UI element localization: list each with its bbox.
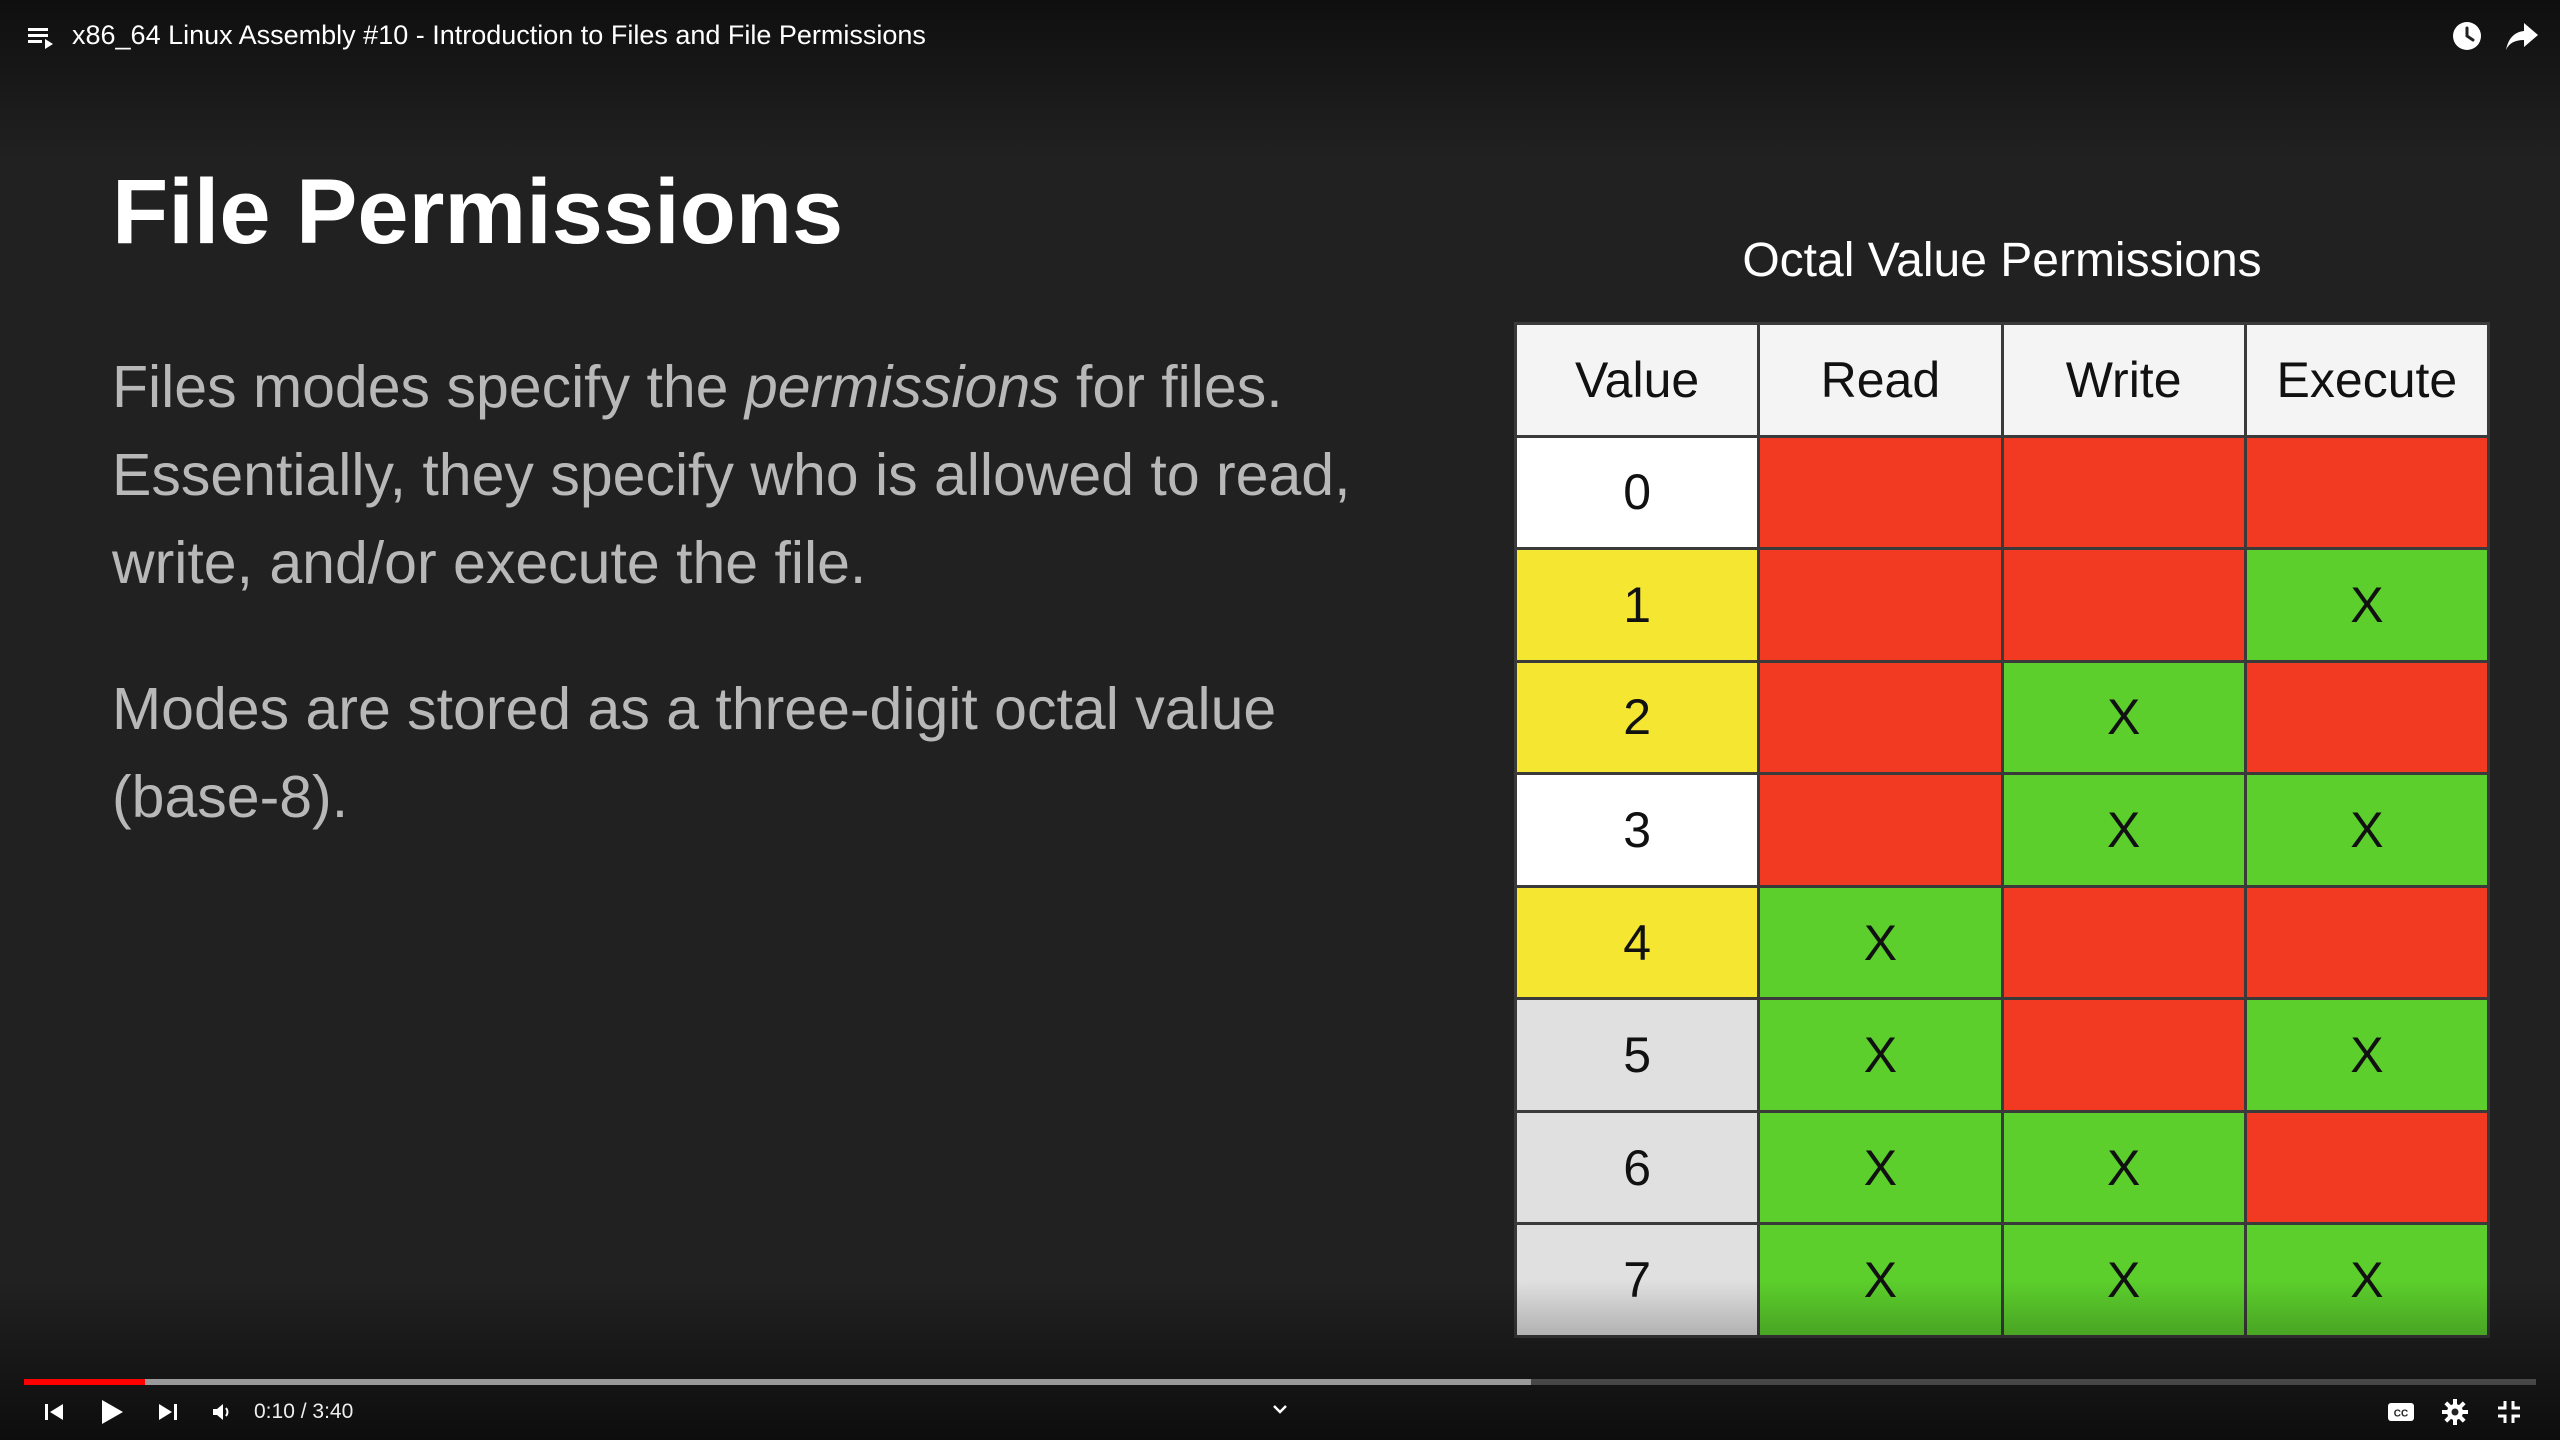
table-cell-read: X — [1760, 1225, 2001, 1335]
previous-icon[interactable] — [36, 1394, 72, 1430]
table-cell-read: X — [1760, 1112, 2001, 1223]
table-cell-write: X — [2003, 1112, 2244, 1223]
table-cell-execute: X — [2246, 550, 2487, 660]
playlist-icon[interactable] — [26, 22, 56, 52]
table-cell-write: X — [2003, 662, 2244, 773]
slide-paragraph-2: Modes are stored as a three-digit octal … — [112, 676, 1277, 830]
video-title[interactable]: x86_64 Linux Assembly #10 - Introduction… — [72, 18, 926, 52]
table-header-read: Read — [1760, 325, 2001, 435]
time-current: 0:10 — [254, 1400, 295, 1423]
permissions-table: Value Read Write Execute 01X2X3XX4X5XX6X… — [1514, 322, 2490, 1338]
table-cell-value: 7 — [1517, 1225, 1758, 1335]
time-total: 3:40 — [312, 1400, 354, 1423]
table-cell-execute — [2246, 662, 2487, 773]
table-cell-read — [1760, 775, 2001, 885]
table-cell-value: 3 — [1517, 775, 1758, 885]
gear-icon[interactable] — [2436, 1394, 2474, 1430]
table-cell-value: 5 — [1517, 1000, 1758, 1110]
table-cell-write — [2003, 437, 2244, 548]
table-cell-read: X — [1760, 887, 2001, 998]
video-player[interactable]: x86_64 Linux Assembly #10 - Introduction… — [0, 0, 2560, 1440]
table-header-execute: Execute — [2246, 325, 2487, 435]
table-cell-read — [1760, 662, 2001, 773]
table-cell-write — [2003, 1000, 2244, 1110]
table-cell-write: X — [2003, 775, 2244, 885]
table-cell-execute — [2246, 887, 2487, 998]
time-display: 0:10 / 3:40 — [254, 1397, 353, 1427]
clock-icon[interactable] — [2450, 19, 2484, 53]
table-header-value: Value — [1517, 325, 1758, 435]
table-cell-execute — [2246, 437, 2487, 548]
table-cell-execute: X — [2246, 1000, 2487, 1110]
table-cell-write — [2003, 550, 2244, 660]
share-icon[interactable] — [2504, 19, 2540, 53]
slide-paragraph-1: Files modes specify the permissions for … — [112, 343, 1432, 607]
progress-played — [24, 1379, 145, 1385]
top-bar: x86_64 Linux Assembly #10 - Introduction… — [0, 0, 2560, 72]
captions-icon[interactable]: CC — [2382, 1394, 2420, 1430]
table-title: Octal Value Permissions — [1742, 234, 2262, 287]
para1-emphasis: permissions — [744, 354, 1060, 420]
table-header-write: Write — [2003, 325, 2244, 435]
table-cell-execute — [2246, 1112, 2487, 1223]
svg-text:CC: CC — [2394, 1409, 2408, 1420]
chevron-down-icon[interactable] — [1268, 1397, 1292, 1421]
table-cell-read: X — [1760, 1000, 2001, 1110]
table-cell-write: X — [2003, 1225, 2244, 1335]
table-cell-execute: X — [2246, 775, 2487, 885]
progress-bar[interactable] — [24, 1379, 2536, 1385]
table-cell-value: 4 — [1517, 887, 1758, 998]
exit-fullscreen-icon[interactable] — [2490, 1394, 2528, 1430]
table-cell-value: 2 — [1517, 662, 1758, 773]
para1-text-start: Files modes specify the — [112, 354, 745, 420]
table-cell-execute: X — [2246, 1225, 2487, 1335]
next-icon[interactable] — [150, 1394, 186, 1430]
slide-title: File Permissions — [112, 161, 844, 263]
table-cell-value: 0 — [1517, 437, 1758, 548]
table-cell-value: 1 — [1517, 550, 1758, 660]
table-cell-read — [1760, 437, 2001, 548]
time-separator: / — [294, 1400, 313, 1423]
table-cell-write — [2003, 887, 2244, 998]
table-cell-value: 6 — [1517, 1112, 1758, 1223]
progress-buffered — [24, 1379, 1532, 1385]
play-icon[interactable] — [92, 1394, 132, 1430]
table-cell-read — [1760, 550, 2001, 660]
volume-icon[interactable] — [204, 1394, 240, 1430]
